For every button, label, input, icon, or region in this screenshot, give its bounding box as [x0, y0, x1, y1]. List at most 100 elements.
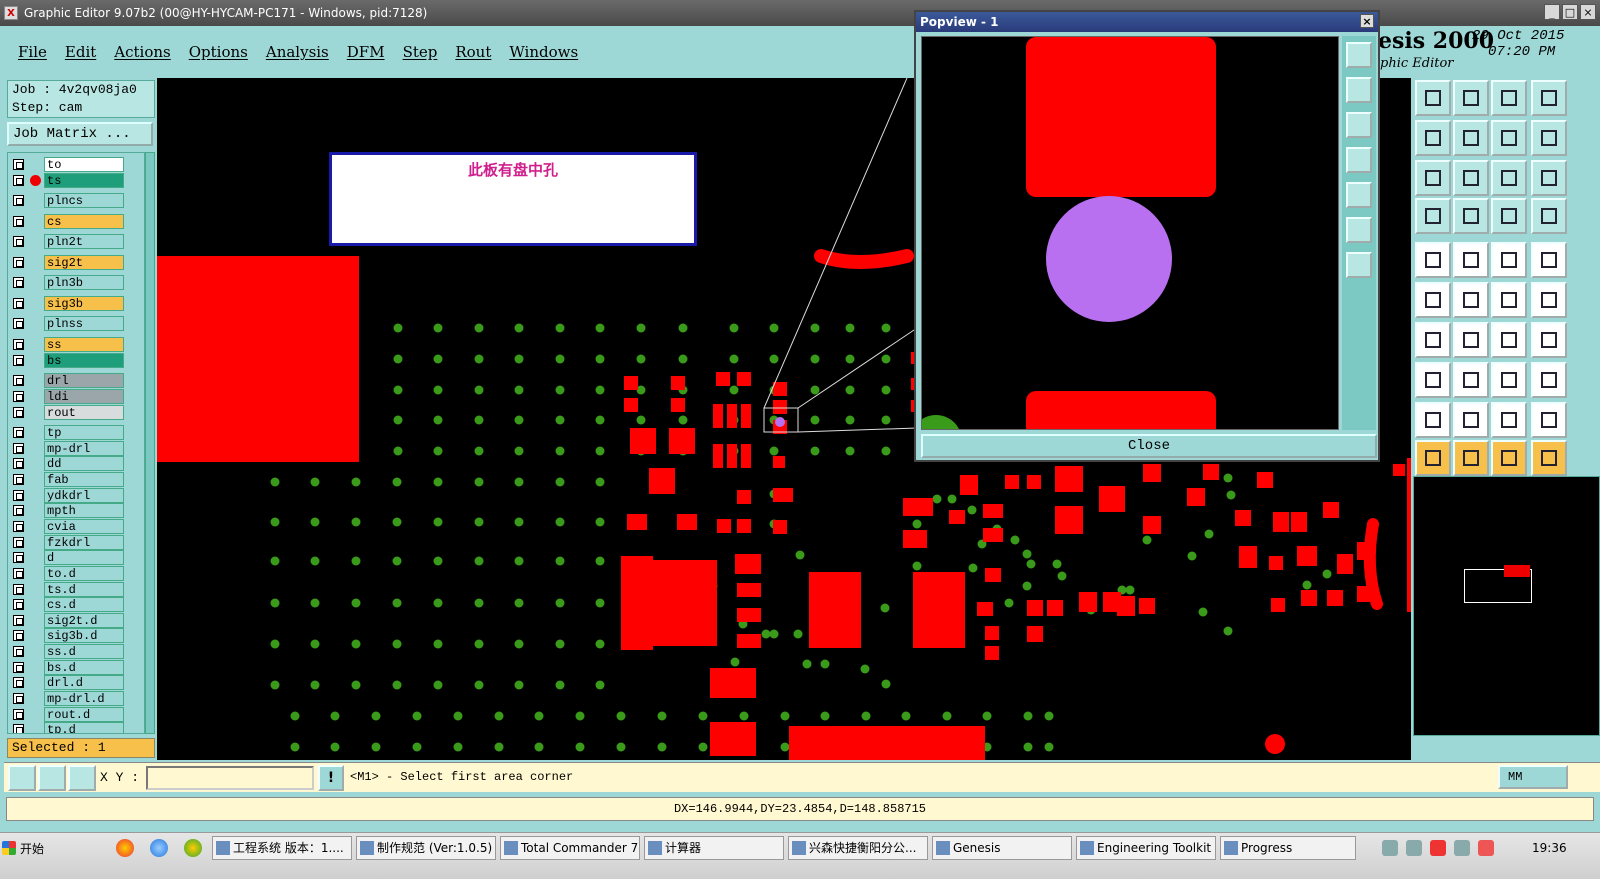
snap-icon[interactable]: [8, 765, 36, 791]
undo-icon[interactable]: [1491, 322, 1527, 358]
layer-row-cs[interactable]: cs: [8, 214, 144, 229]
xy-input[interactable]: [146, 766, 314, 790]
taskbar-item[interactable]: 制作规范 (Ver:1.0.5): [356, 836, 496, 860]
popview-canvas[interactable]: [921, 36, 1339, 430]
layer-row-plnss[interactable]: plnss: [8, 316, 144, 331]
cursor-box-icon[interactable]: [1453, 440, 1489, 476]
layer-row-dd[interactable]: dd: [8, 456, 144, 471]
layer-name[interactable]: ss.d: [44, 644, 124, 659]
layer-row-cs-d[interactable]: cs.d: [8, 597, 144, 612]
layer-name[interactable]: drl.d: [44, 675, 124, 690]
join-icon[interactable]: [1415, 282, 1451, 318]
layer-checkbox[interactable]: [13, 490, 24, 501]
layer-checkbox[interactable]: [13, 677, 24, 688]
layer-row-sig2t-d[interactable]: sig2t.d: [8, 613, 144, 628]
taskbar-item[interactable]: Genesis: [932, 836, 1072, 860]
menu-analysis[interactable]: Analysis: [266, 43, 329, 61]
line-blue-icon[interactable]: [1453, 322, 1489, 358]
overview-map[interactable]: [1413, 476, 1600, 736]
layer-checkbox[interactable]: [13, 724, 24, 733]
menu-windows[interactable]: Windows: [509, 43, 578, 61]
tray-network-icon[interactable]: [1382, 840, 1398, 856]
layer-row-drl[interactable]: drl: [8, 373, 144, 388]
ruler-icon[interactable]: [1491, 242, 1527, 278]
rotate-icon[interactable]: [1453, 198, 1489, 234]
minimize-button[interactable]: _: [1544, 4, 1560, 20]
home-icon[interactable]: [1491, 80, 1527, 116]
tri-blue-icon[interactable]: [1453, 402, 1489, 438]
chrome-icon[interactable]: [116, 839, 134, 857]
line-red-icon[interactable]: [1415, 322, 1451, 358]
layer-row-ydkdrl[interactable]: ydkdrl: [8, 488, 144, 503]
start-button[interactable]: 开始: [2, 837, 52, 859]
layer-row-ss-d[interactable]: ss.d: [8, 644, 144, 659]
tray-up-icon[interactable]: [1406, 840, 1422, 856]
popview-tool-zoom-in-icon[interactable]: [1346, 77, 1372, 103]
layer-row-rout-d[interactable]: rout.d: [8, 707, 144, 722]
layer-name[interactable]: drl: [44, 373, 124, 388]
add-pad-icon[interactable]: [1453, 242, 1489, 278]
menu-actions[interactable]: Actions: [114, 43, 170, 61]
layer-name[interactable]: tp.d: [44, 722, 124, 733]
help-icon[interactable]: [1531, 160, 1567, 196]
layer-row-plncs[interactable]: plncs: [8, 193, 144, 208]
layer-row-sig3b-d[interactable]: sig3b.d: [8, 628, 144, 643]
layer-checkbox[interactable]: [13, 391, 24, 402]
connect-icon[interactable]: [1531, 362, 1567, 398]
split-icon[interactable]: [1531, 322, 1567, 358]
layer-checkbox[interactable]: [13, 427, 24, 438]
layer-checkbox[interactable]: [13, 709, 24, 720]
close-window-button[interactable]: ×: [1580, 4, 1596, 20]
layer-name[interactable]: mpth: [44, 503, 124, 518]
layer-name[interactable]: rout.d: [44, 707, 124, 722]
square-icon[interactable]: [1415, 362, 1451, 398]
layer-checkbox[interactable]: [13, 521, 24, 532]
layer-checkbox[interactable]: [13, 339, 24, 350]
layer-row-drl-d[interactable]: drl.d: [8, 675, 144, 690]
layer-checkbox[interactable]: [13, 458, 24, 469]
layer-name[interactable]: sig3b.d: [44, 628, 124, 643]
layer-checkbox[interactable]: [13, 277, 24, 288]
layer-row-sig3b[interactable]: sig3b: [8, 296, 144, 311]
layer-name[interactable]: tp: [44, 425, 124, 440]
layer-checkbox[interactable]: [13, 552, 24, 563]
menu-file[interactable]: File: [18, 43, 47, 61]
layer-row-to-d[interactable]: to.d: [8, 566, 144, 581]
layer-row-pln2t[interactable]: pln2t: [8, 234, 144, 249]
fit-icon[interactable]: [1415, 160, 1451, 196]
layer-name[interactable]: cs.d: [44, 597, 124, 612]
point-icon[interactable]: [1531, 242, 1567, 278]
move-icon[interactable]: [1453, 160, 1489, 196]
layer-row-mp-drl[interactable]: mp-drl: [8, 441, 144, 456]
layer-name[interactable]: dd: [44, 456, 124, 471]
layer-checkbox[interactable]: [13, 236, 24, 247]
layer-name[interactable]: ss: [44, 337, 124, 352]
layer-row-tp-d[interactable]: tp.d: [8, 722, 144, 733]
tri-small-icon[interactable]: [1531, 402, 1567, 438]
zoom-home-icon[interactable]: [1415, 80, 1451, 116]
layer-row-ldi[interactable]: ldi: [8, 389, 144, 404]
route-icon[interactable]: [1415, 198, 1451, 234]
layer-name[interactable]: fab: [44, 472, 124, 487]
popview-tool-center-icon[interactable]: [1346, 217, 1372, 243]
layer-row-bs[interactable]: bs: [8, 353, 144, 368]
layer-name[interactable]: sig2t: [44, 255, 124, 270]
layer-checkbox[interactable]: [13, 355, 24, 366]
layer-name[interactable]: mp-drl.d: [44, 691, 124, 706]
layer-name[interactable]: ts.d: [44, 582, 124, 597]
layer-row-ts-d[interactable]: ts.d: [8, 582, 144, 597]
layer-row-cvia[interactable]: cvia: [8, 519, 144, 534]
scale-1-2-icon[interactable]: [1491, 160, 1527, 196]
taskbar-item[interactable]: Progress: [1220, 836, 1356, 860]
layer-name[interactable]: plncs: [44, 193, 124, 208]
popview-close-icon[interactable]: ×: [1360, 14, 1374, 28]
layer-checkbox[interactable]: [13, 216, 24, 227]
layer-name[interactable]: cs: [44, 214, 124, 229]
menu-edit[interactable]: Edit: [65, 43, 96, 61]
popview-window[interactable]: Popview - 1 × Close: [914, 10, 1380, 462]
layer-name[interactable]: d: [44, 550, 124, 565]
pan-left-icon[interactable]: [1415, 120, 1451, 156]
layer-name[interactable]: plnss: [44, 316, 124, 331]
measure-icon[interactable]: [38, 765, 66, 791]
net-red-icon[interactable]: [1491, 198, 1527, 234]
